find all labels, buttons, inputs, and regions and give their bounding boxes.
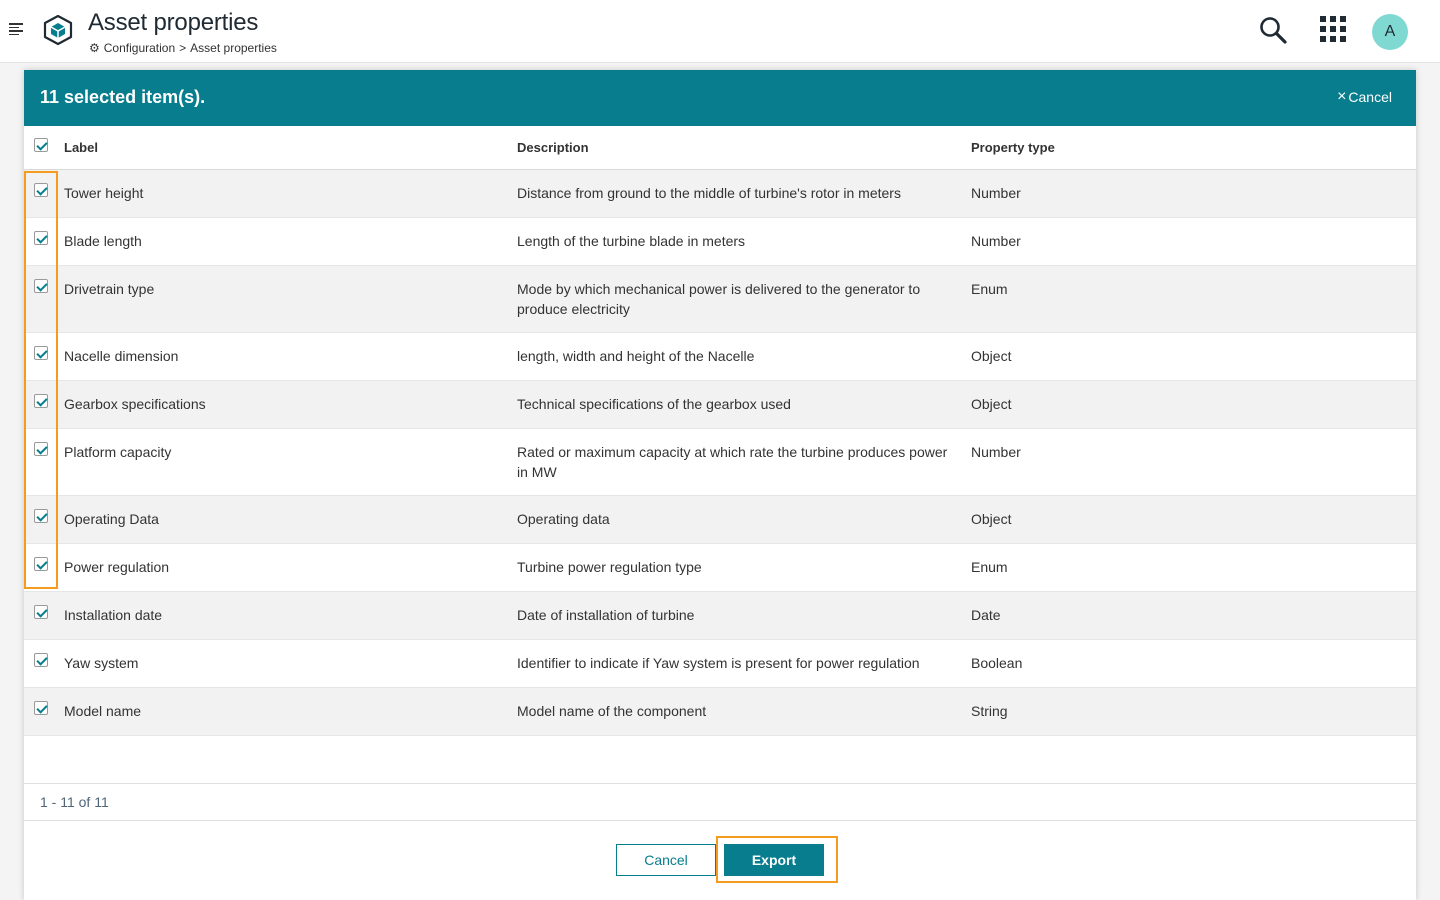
table-row[interactable]: Blade length Length of the turbine blade … — [24, 218, 1416, 266]
row-description: Distance from ground to the middle of tu… — [517, 185, 901, 201]
row-checkbox[interactable] — [34, 653, 48, 667]
avatar[interactable]: A — [1372, 14, 1408, 50]
row-checkbox-cell — [34, 508, 48, 528]
table-row[interactable]: Nacelle dimension length, width and heigh… — [24, 333, 1416, 381]
table-row[interactable]: Drivetrain type Mode by which mechanical … — [24, 266, 1416, 333]
row-checkbox[interactable] — [34, 394, 48, 408]
row-checkbox[interactable] — [34, 605, 48, 619]
table-header: Label Description Property type — [24, 126, 1416, 170]
column-header-property-type[interactable]: Property type — [971, 138, 1055, 158]
table-row[interactable]: Tower height Distance from ground to the … — [24, 170, 1416, 218]
row-checkbox[interactable] — [34, 183, 48, 197]
top-bar: Asset properties ⚙ Configuration > Asset… — [0, 0, 1440, 63]
row-label: Operating Data — [64, 511, 159, 527]
breadcrumb-configuration[interactable]: Configuration — [104, 41, 175, 55]
row-description: Length of the turbine blade in meters — [517, 233, 746, 249]
selection-cancel-button[interactable]: × Cancel — [1337, 88, 1392, 106]
row-checkbox[interactable] — [34, 346, 48, 360]
row-label: Tower height — [64, 185, 144, 201]
column-header-description[interactable]: Description — [517, 138, 957, 158]
row-checkbox[interactable] — [34, 701, 48, 715]
row-description: Operating data — [517, 511, 610, 527]
row-description: Model name of the component — [517, 703, 707, 719]
row-checkbox-cell — [34, 230, 48, 250]
row-property-type: Number — [971, 185, 1021, 201]
search-icon[interactable] — [1257, 14, 1289, 46]
row-description: length, width and height of the Nacelle — [517, 348, 755, 364]
row-checkbox-cell — [34, 700, 48, 720]
row-description: Turbine power regulation type — [517, 559, 702, 575]
row-checkbox-cell — [34, 393, 48, 413]
menu-icon[interactable] — [9, 23, 23, 35]
row-label: Nacelle dimension — [64, 348, 179, 364]
row-checkbox-cell — [34, 345, 48, 365]
row-property-type: Date — [971, 607, 1001, 623]
row-label: Drivetrain type — [64, 281, 155, 297]
app-launcher-icon[interactable] — [1320, 16, 1348, 44]
table-body: Tower height Distance from ground to the … — [24, 170, 1416, 736]
cancel-button[interactable]: Cancel — [616, 844, 716, 876]
selection-header: 11 selected item(s). × Cancel — [24, 70, 1416, 126]
row-checkbox[interactable] — [34, 231, 48, 245]
export-dialog: 11 selected item(s). × Cancel Label Desc… — [24, 70, 1416, 900]
row-checkbox-cell — [34, 278, 48, 298]
table-row[interactable]: Installation date Date of installation of… — [24, 592, 1416, 640]
table-row[interactable]: Operating Data Operating data Object — [24, 496, 1416, 544]
properties-table: Label Description Property type Tower he… — [24, 126, 1416, 736]
row-checkbox-cell — [34, 652, 48, 672]
row-property-type: String — [971, 703, 1008, 719]
row-label: Installation date — [64, 607, 163, 623]
row-checkbox[interactable] — [34, 509, 48, 523]
row-checkbox[interactable] — [34, 279, 48, 293]
table-row[interactable]: Gearbox specifications Technical specific… — [24, 381, 1416, 429]
row-property-type: Object — [971, 511, 1012, 527]
row-property-type: Number — [971, 233, 1021, 249]
row-property-type: Number — [971, 444, 1021, 460]
table-row[interactable]: Platform capacity Rated or maximum capaci… — [24, 429, 1416, 496]
gear-icon: ⚙ — [89, 41, 100, 55]
row-property-type: Boolean — [971, 655, 1023, 671]
select-all-checkbox[interactable] — [34, 138, 48, 152]
row-description: Mode by which mechanical power is delive… — [517, 281, 921, 317]
divider — [24, 820, 1416, 821]
selection-cancel-label: Cancel — [1348, 89, 1392, 105]
cube-logo-icon — [43, 14, 73, 46]
row-description: Rated or maximum capacity at which rate … — [517, 444, 948, 480]
page-title: Asset properties — [88, 9, 259, 36]
row-checkbox-cell — [34, 182, 48, 202]
row-property-type: Enum — [971, 559, 1008, 575]
breadcrumb-separator: > — [179, 41, 187, 55]
row-label: Yaw system — [64, 655, 139, 671]
row-description: Identifier to indicate if Yaw system is … — [517, 655, 920, 671]
row-checkbox[interactable] — [34, 442, 48, 456]
table-row[interactable]: Power regulation Turbine power regulation… — [24, 544, 1416, 592]
breadcrumb: ⚙ Configuration > Asset properties — [89, 41, 277, 55]
close-icon: × — [1337, 88, 1347, 105]
row-property-type: Object — [971, 396, 1012, 412]
row-label: Power regulation — [64, 559, 170, 575]
row-checkbox-cell — [34, 441, 48, 461]
divider — [24, 783, 1416, 784]
table-row[interactable]: Model name Model name of the component Str… — [24, 688, 1416, 736]
row-checkbox-cell — [34, 604, 48, 624]
row-description: Technical specifications of the gearbox … — [517, 396, 791, 412]
column-header-label[interactable]: Label — [64, 138, 98, 158]
row-label: Model name — [64, 703, 142, 719]
breadcrumb-current: Asset properties — [190, 41, 277, 55]
export-button[interactable]: Export — [724, 844, 824, 876]
selected-count: 11 selected item(s). — [40, 87, 206, 107]
pagination-info: 1 - 11 of 11 — [40, 794, 109, 810]
row-property-type: Enum — [971, 281, 1008, 297]
select-all-checkbox-cell — [34, 138, 48, 158]
row-property-type: Object — [971, 348, 1012, 364]
row-label: Blade length — [64, 233, 142, 249]
table-row[interactable]: Yaw system Identifier to indicate if Yaw … — [24, 640, 1416, 688]
row-label: Gearbox specifications — [64, 396, 206, 412]
row-description: Date of installation of turbine — [517, 607, 695, 623]
row-label: Platform capacity — [64, 444, 172, 460]
row-checkbox-cell — [34, 556, 48, 576]
row-checkbox[interactable] — [34, 557, 48, 571]
